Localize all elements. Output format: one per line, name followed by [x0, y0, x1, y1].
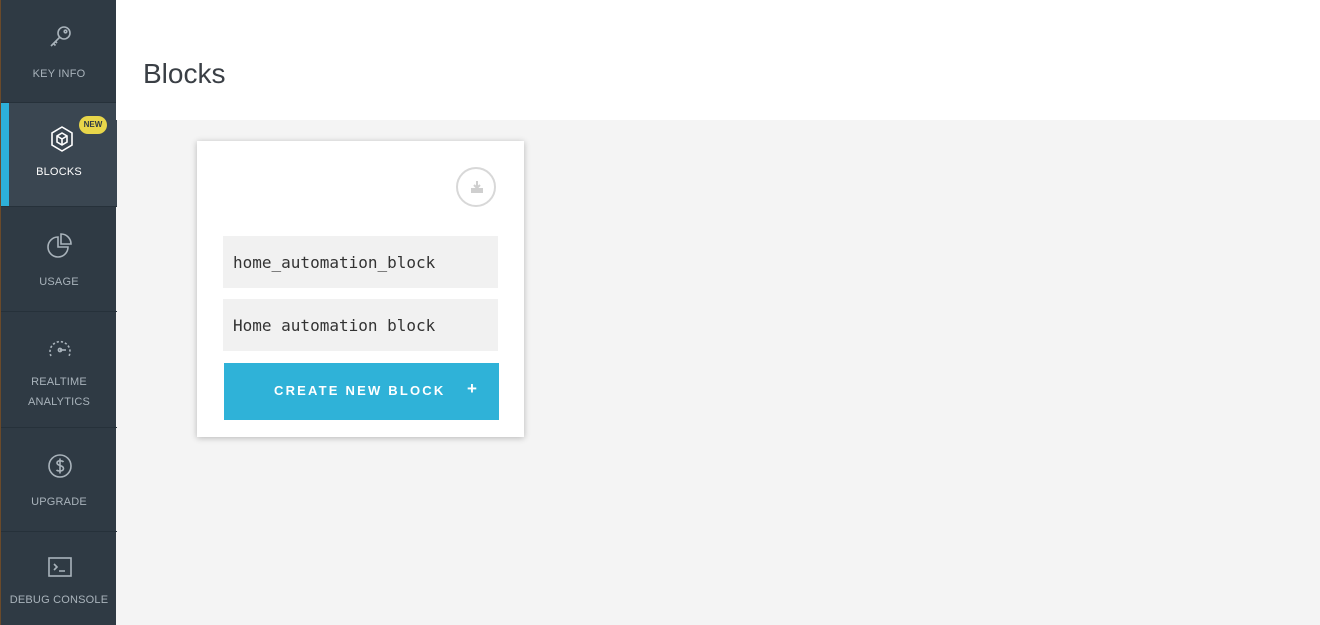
page-header: Blocks	[116, 0, 1320, 120]
download-button[interactable]	[456, 167, 496, 207]
sidebar-item-debug-console[interactable]: DEBUG CONSOLE	[1, 532, 117, 625]
sidebar-item-label: KEY INFO	[32, 68, 86, 80]
sidebar-item-blocks[interactable]: NEW BLOCKS	[1, 103, 117, 207]
dollar-icon	[45, 451, 75, 481]
pie-chart-icon	[45, 230, 75, 260]
blocks-icon	[47, 124, 77, 154]
sidebar: KEY INFO NEW BLOCKS USAGE REALTIME ANALY…	[0, 0, 117, 625]
block-name-input[interactable]	[223, 236, 498, 288]
sidebar-item-label: REALTIME	[31, 376, 87, 388]
sidebar-item-realtime-analytics[interactable]: REALTIME ANALYTICS	[1, 312, 117, 428]
sidebar-item-label: UPGRADE	[31, 496, 87, 508]
plus-icon: +	[467, 379, 477, 398]
key-icon	[45, 22, 75, 52]
sidebar-item-upgrade[interactable]: UPGRADE	[1, 428, 117, 532]
sidebar-item-label: BLOCKS	[36, 166, 82, 178]
download-icon	[471, 181, 483, 193]
sidebar-item-usage[interactable]: USAGE	[1, 207, 117, 312]
sidebar-item-label: DEBUG CONSOLE	[9, 594, 109, 606]
block-description-input[interactable]	[223, 299, 498, 351]
sidebar-item-key-info[interactable]: KEY INFO	[1, 0, 117, 103]
sidebar-item-label-line2: ANALYTICS	[27, 396, 91, 408]
page-title: Blocks	[143, 58, 226, 89]
sidebar-item-label: USAGE	[39, 276, 79, 288]
new-badge: NEW	[79, 116, 107, 134]
create-new-block-button[interactable]: CREATE NEW BLOCK +	[224, 363, 499, 420]
create-block-card: CREATE NEW BLOCK +	[197, 141, 524, 437]
gauge-icon	[45, 335, 75, 365]
terminal-icon	[45, 552, 75, 582]
create-button-label: CREATE NEW BLOCK	[274, 383, 446, 398]
